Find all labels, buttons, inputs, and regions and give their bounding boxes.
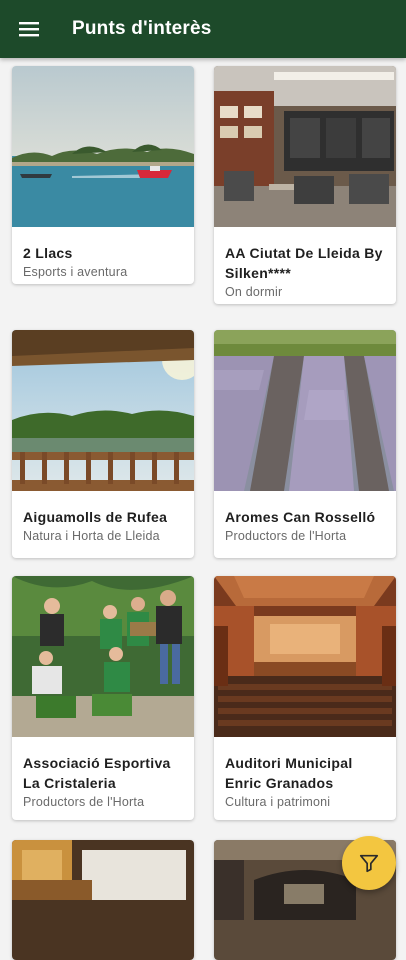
- poi-card[interactable]: [12, 840, 194, 960]
- poi-card[interactable]: 2 Llacs Esports i aventura: [12, 66, 194, 284]
- poi-name: Associació Esportiva La Cristaleria: [23, 755, 171, 791]
- poi-name: Auditori Municipal Enric Granados: [225, 755, 353, 791]
- poi-category: Cultura i patrimoni: [225, 795, 331, 809]
- poi-name: 2 Llacs: [23, 245, 73, 261]
- poi-category: Productors de l'Horta: [23, 795, 145, 809]
- poi-image: [214, 576, 396, 737]
- filter-button[interactable]: [342, 836, 396, 890]
- filter-icon: [359, 854, 379, 873]
- menu-button[interactable]: [0, 0, 58, 58]
- poi-image: [214, 66, 396, 227]
- poi-card[interactable]: Aiguamolls de Rufea Natura i Horta de Ll…: [12, 330, 194, 558]
- poi-image: [12, 576, 194, 737]
- poi-category: On dormir: [225, 285, 283, 299]
- poi-name: Aromes Can Rosselló: [225, 509, 376, 525]
- poi-category: Esports i aventura: [23, 265, 128, 279]
- poi-card[interactable]: AA Ciutat De Lleida By Silken**** On dor…: [214, 66, 396, 304]
- poi-name: Aiguamolls de Rufea: [23, 509, 168, 525]
- poi-name: AA Ciutat De Lleida By Silken****: [225, 245, 383, 281]
- menu-icon: [19, 22, 39, 37]
- poi-image: [214, 330, 396, 491]
- poi-image: [12, 840, 194, 960]
- poi-image: [12, 330, 194, 491]
- poi-card[interactable]: Auditori Municipal Enric Granados Cultur…: [214, 576, 396, 820]
- page-title: Punts d'interès: [72, 18, 212, 39]
- poi-card[interactable]: Associació Esportiva La Cristaleria Prod…: [12, 576, 194, 820]
- poi-card[interactable]: Aromes Can Rosselló Productors de l'Hort…: [214, 330, 396, 558]
- poi-category: Natura i Horta de Lleida: [23, 529, 160, 543]
- poi-image: [12, 66, 194, 227]
- app-bar: Punts d'interès: [0, 0, 406, 58]
- poi-category: Productors de l'Horta: [225, 529, 347, 543]
